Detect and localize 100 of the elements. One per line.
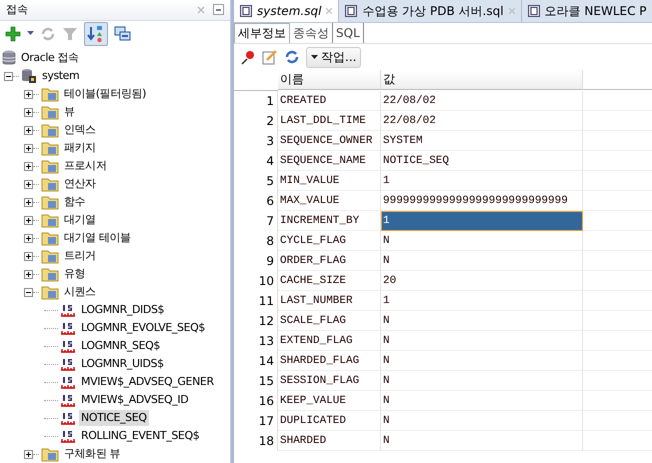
editor-tab[interactable]: 수업용 가상 PDB 서버.sql [339,0,522,22]
tree-item[interactable]: LOGMNR_EVOLVE_SEQ$ [79,320,208,336]
sub-tab[interactable]: 세부정보 [234,23,290,43]
actions-button[interactable]: 작업... [306,46,362,68]
table-cell: SHARDED_FLAG [278,351,381,371]
tree-item[interactable]: 시퀀스 [62,284,98,300]
minimize-icon[interactable] [213,4,224,16]
tree-item[interactable]: 함수 [62,194,88,210]
sequence-icon [60,392,76,408]
table-cell: N [381,311,583,331]
tree-item[interactable]: Oracle 접속 [19,50,81,66]
folder-icon [41,194,59,210]
collapse-icon[interactable] [4,72,13,80]
folder-icon [41,248,59,264]
expand-icon[interactable] [24,126,33,134]
refresh-icon[interactable] [284,49,300,65]
table-cell: LAST_NUMBER [278,291,381,311]
tree-item[interactable]: 대기열 테이블 [62,230,133,246]
table-cell: N [381,351,583,371]
sequence-icon [60,320,76,336]
tree-item[interactable]: system [40,68,82,84]
expand-icon[interactable] [24,234,33,242]
table-cell: N [381,251,583,271]
tree-item[interactable]: 대기열 [62,212,98,228]
tab-label: system.sql [257,4,322,18]
database-connection-icon [21,68,37,84]
editor-tab[interactable]: 오라클 NEWLEC P [522,0,652,22]
tree-item[interactable]: LOGMNR_DIDS$ [79,302,166,318]
row-number: 7 [234,211,278,231]
expand-icon[interactable] [24,90,33,98]
column-header[interactable]: 값 [381,70,583,90]
tree-item[interactable]: 테이블(필터링됨) [62,86,148,102]
row-number: 16 [234,391,278,411]
expand-icon[interactable] [24,162,33,170]
folder-icon [41,212,59,228]
row-number: 1 [234,91,278,111]
tree-item[interactable]: 구체화된 뷰 [62,446,122,462]
database-icon [2,50,16,66]
tree-item[interactable]: ROLLING_EVENT_SEQ$ [79,428,202,444]
windows-icon[interactable] [114,26,131,42]
expand-icon[interactable] [24,450,33,458]
table-cell: SEQUENCE_NAME [278,151,381,171]
tree-item[interactable]: MVIEW$_ADVSEQ_GENER [79,374,216,390]
row-number: 10 [234,271,278,291]
row-number: 14 [234,351,278,371]
tree-item[interactable]: 인덱스 [62,122,98,138]
table-cell: DUPLICATED [278,411,381,431]
column-header[interactable]: 이름 [278,70,381,90]
panel-title: 접속 [6,2,29,18]
sequence-icon [60,356,76,372]
add-icon[interactable] [5,26,21,42]
sequence-icon [60,410,76,426]
expand-icon[interactable] [24,180,33,188]
sequence-icon [60,302,76,318]
sub-tab[interactable]: 종속성 [290,23,333,43]
tree-item[interactable]: MVIEW$_ADVSEQ_ID [79,392,190,408]
sub-tab[interactable]: SQL [333,23,364,43]
tree-item[interactable]: 패키지 [62,140,98,156]
tree-item[interactable]: 트리거 [62,248,98,264]
caret-icon[interactable] [27,31,34,36]
collapse-icon[interactable] [24,288,33,296]
table-cell: 20 [381,271,583,291]
tree-item[interactable]: 뷰 [62,104,77,120]
table-cell: SCALE_FLAG [278,311,381,331]
folder-icon [41,86,59,102]
folder-icon [41,284,59,300]
row-number: 4 [234,151,278,171]
editor-tab[interactable]: system.sql [234,0,340,22]
table-cell: EXTEND_FLAG [278,331,381,351]
table-cell: CYCLE_FLAG [278,231,381,251]
row-number: 5 [234,171,278,191]
table-cell: N [381,431,583,451]
table-cell: N [381,371,583,391]
tree-item[interactable]: LOGMNR_UIDS$ [79,356,166,372]
edit-icon[interactable] [262,49,278,65]
expand-icon[interactable] [24,216,33,224]
expand-icon[interactable] [24,144,33,152]
tree-item[interactable]: 연산자 [62,176,98,192]
table-cell: NOTICE_SEQ [381,151,583,171]
pin-icon[interactable] [240,49,256,65]
expand-icon[interactable] [24,252,33,260]
row-number: 2 [234,111,278,131]
sort-icon[interactable] [84,22,108,46]
tree-item[interactable]: 유형 [62,266,88,282]
expand-icon[interactable] [24,198,33,206]
row-number: 12 [234,311,278,331]
table-cell: CACHE_SIZE [278,271,381,291]
expand-icon[interactable] [24,270,33,278]
table-cell: N [381,391,583,411]
table-cell: SHARDED [278,431,381,451]
tree-item[interactable]: 프로시저 [62,158,108,174]
folder-icon [41,176,59,192]
table-cell: MIN_VALUE [278,171,381,191]
tree-item[interactable]: NOTICE_SEQ [79,410,149,426]
table-cell: SESSION_FLAG [278,371,381,391]
tree-item[interactable]: LOGMNR_SEQ$ [79,338,162,354]
tab-label: 수업용 가상 PDB 서버.sql [362,2,504,20]
table-cell: N [381,231,583,251]
sql-file-icon [345,5,358,17]
expand-icon[interactable] [24,108,33,116]
